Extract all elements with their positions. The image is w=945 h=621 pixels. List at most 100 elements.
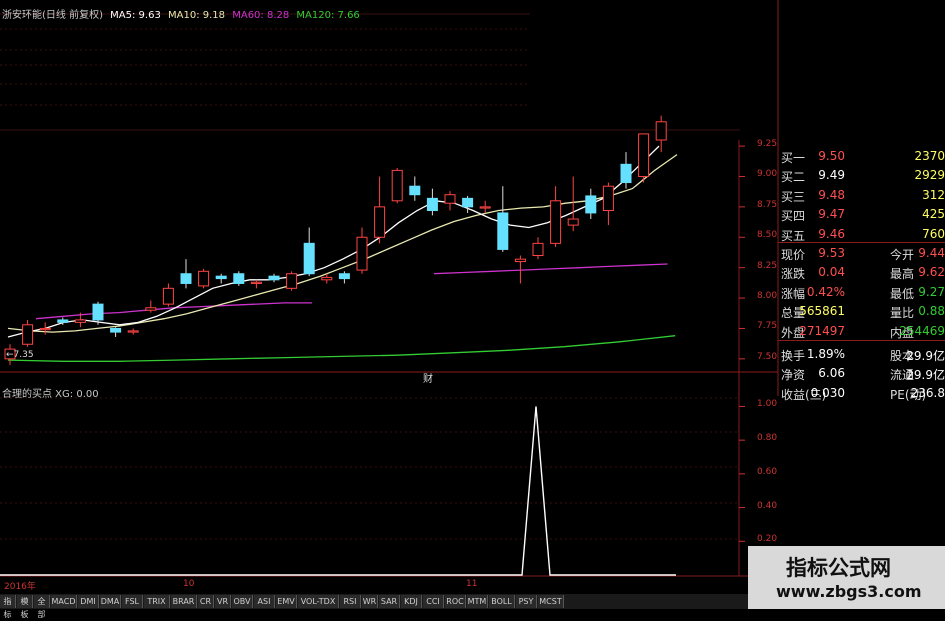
- price-tick-label: 9.25: [757, 139, 778, 150]
- indicator-tab[interactable]: MTM: [467, 595, 488, 608]
- quote-cell: 9.46: [818, 226, 845, 241]
- grid-lines: [0, 0, 779, 577]
- indicator-tab[interactable]: MCST: [538, 595, 564, 608]
- indicator-tab[interactable]: VR: [215, 595, 231, 608]
- candle: [567, 176, 579, 232]
- indicator-tab[interactable]: CCI: [423, 595, 444, 608]
- candle-body: [286, 273, 298, 289]
- quote-row: 涨幅 0.42% 最低 9.27: [778, 282, 945, 303]
- quote-cell: 换手: [781, 349, 806, 363]
- candle-body: [462, 197, 474, 208]
- quote-cell: 买一: [781, 151, 806, 165]
- indicator-tab[interactable]: 模板: [17, 595, 33, 619]
- indicator-tab[interactable]: WR: [362, 595, 378, 608]
- quote-cell: 净资: [781, 368, 806, 383]
- candle-body: [602, 185, 614, 212]
- ma60-line: [433, 263, 668, 275]
- indicator-tab-bar: 指标 模板 全部 MACD DMI DMA FSL TRIX BRAR CR VR OBV ASI EMV…: [0, 594, 760, 619]
- ma5-line: [7, 145, 660, 338]
- ma10-label: MA10: 9.18: [168, 10, 226, 21]
- quote-row: 现价 9.53 今开 9.44: [778, 243, 945, 264]
- candle: [39, 322, 51, 335]
- indicator-tab[interactable]: BOLL: [489, 595, 515, 608]
- indicator-tab[interactable]: DMA: [100, 595, 121, 608]
- indicator-tab[interactable]: 指标: [0, 595, 16, 619]
- indicator-tab[interactable]: EMV: [276, 595, 297, 608]
- quote-cell: 29.9亿: [906, 349, 945, 363]
- bid-row: 买二 9.49 2929: [778, 165, 945, 186]
- bid-row: 买一 9.50 2370: [778, 146, 945, 167]
- quote-cell: 现价: [781, 248, 806, 262]
- candle-body: [180, 273, 192, 284]
- quote-cell: 1.89%: [806, 347, 845, 361]
- candle: [127, 328, 139, 335]
- indicator-tick-label: 1.00: [757, 399, 778, 410]
- indicator-tab[interactable]: FSL: [122, 595, 143, 608]
- bid-row: 买三 9.48 312: [778, 185, 945, 206]
- candle-body: [268, 275, 280, 281]
- quote-cell: 最高: [890, 267, 915, 282]
- candle-body: [638, 133, 650, 177]
- quote-panel: 买一 9.50 2370 买二 9.49 2929 买三 9.48 312 买四 9.47 425 买五…: [778, 146, 945, 402]
- candle: [602, 182, 614, 226]
- candle-body: [198, 270, 210, 287]
- price-tick-label: 8.50: [757, 230, 778, 241]
- month-label-10: 10: [183, 579, 195, 589]
- quote-cell: 买二: [781, 170, 806, 185]
- indicator-tick-label: 0.80: [757, 433, 778, 444]
- indicator-tab[interactable]: MACD: [51, 595, 77, 608]
- candle-body: [22, 324, 34, 345]
- candle-body: [233, 273, 245, 284]
- candle-body: [110, 327, 122, 333]
- candle: [233, 271, 245, 286]
- candle-body: [303, 242, 315, 275]
- quote-row: 涨跌 0.04 最高 9.62: [778, 262, 945, 283]
- watermark-url: www.zbgs3.com: [776, 582, 922, 601]
- candle: [145, 300, 157, 313]
- indicator-tab[interactable]: RSI: [340, 595, 361, 608]
- price-tick-label: 8.25: [757, 260, 778, 271]
- finance-marker[interactable]: 财: [423, 370, 433, 385]
- candle: [22, 319, 34, 347]
- ma60-label: MA60: 8.28: [232, 10, 290, 21]
- candle-body: [127, 330, 139, 333]
- quote-cell: 9.47: [818, 207, 845, 222]
- indicator-tab[interactable]: DMI: [78, 595, 99, 608]
- indicator-tab[interactable]: SAR: [379, 595, 400, 608]
- indicator-tab[interactable]: TRIX: [144, 595, 170, 608]
- indicator-tab[interactable]: BRAR: [171, 595, 197, 608]
- indicator-tab[interactable]: OBV: [232, 595, 253, 608]
- candle: [391, 167, 403, 204]
- candle: [110, 327, 122, 337]
- candle-body: [620, 163, 632, 184]
- candle-body: [374, 206, 386, 238]
- low-price-marker: ←7.35: [6, 350, 34, 360]
- indicator-tab[interactable]: ASI: [254, 595, 275, 608]
- candle: [479, 200, 491, 213]
- candle: [303, 227, 315, 277]
- candle-body: [39, 327, 51, 331]
- quote-cell: 今开: [890, 248, 915, 262]
- indicator-tab[interactable]: VOL-TDX: [298, 595, 339, 608]
- quote-cell: 9.53: [818, 246, 845, 260]
- candle-body: [409, 185, 421, 196]
- moving-average-lines: [7, 145, 678, 362]
- quote-cell: 买四: [781, 209, 806, 224]
- quote-row: 总量 565861 量比 0.88: [778, 301, 945, 322]
- quote-cell: 29.9亿: [906, 368, 945, 383]
- indicator-tab[interactable]: ROC: [445, 595, 466, 608]
- quote-cell: 760: [922, 226, 945, 241]
- indicator-tab[interactable]: PSY: [516, 595, 537, 608]
- quote-cell: 236.8: [910, 385, 945, 400]
- candle-body: [57, 319, 69, 323]
- candle: [180, 259, 192, 289]
- indicator-tab[interactable]: 全部: [34, 595, 50, 619]
- axis-ticks: [739, 145, 745, 542]
- indicator-tab[interactable]: CR: [198, 595, 214, 608]
- candle-body: [585, 195, 597, 214]
- indicator-tick-label: 0.20: [757, 534, 778, 545]
- indicator-tab[interactable]: KDJ: [401, 595, 422, 608]
- quote-cell: 量比: [890, 306, 915, 321]
- quote-cell: 0.030: [810, 385, 845, 400]
- chart-header: 浙安环能(日线 前复权) MA5: 9.63 MA10: 9.18 MA60: …: [2, 6, 360, 21]
